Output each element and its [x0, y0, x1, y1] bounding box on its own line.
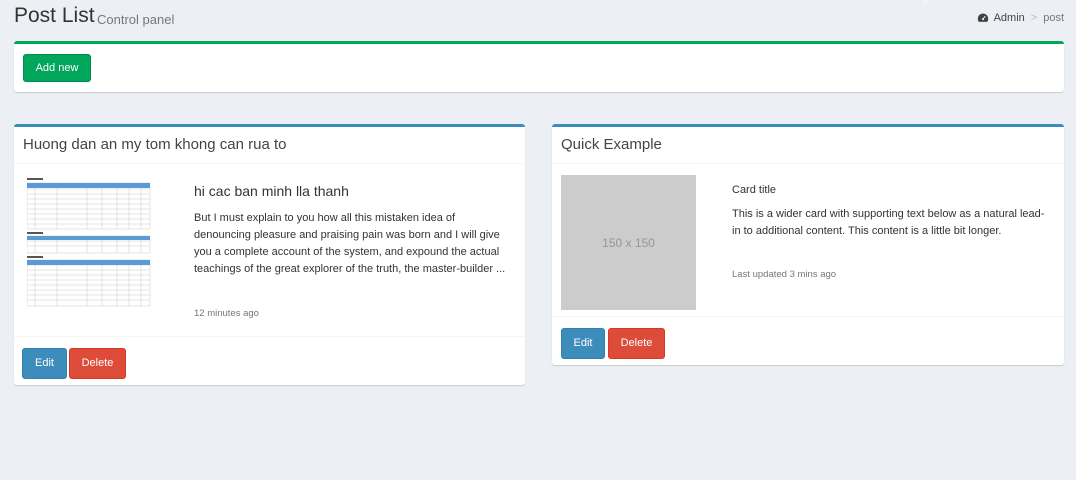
- card-last-updated: Last updated 3 mins ago: [732, 269, 837, 280]
- toolbar-box: Add new: [14, 41, 1064, 92]
- overlay-text: image: [904, 0, 934, 3]
- divider: [552, 316, 1064, 317]
- divider: [14, 336, 525, 337]
- quick-example-title: Quick Example: [561, 136, 662, 153]
- post-thumbnail[interactable]: [26, 175, 152, 307]
- divider: [552, 163, 1064, 164]
- breadcrumb-home-label: Admin: [993, 12, 1025, 24]
- content-header: Post List Control panel image Admin > po…: [14, 0, 1064, 36]
- divider: [14, 163, 525, 164]
- edit-button[interactable]: Edit: [561, 328, 605, 359]
- breadcrumb-home-link[interactable]: Admin: [977, 12, 1025, 24]
- edit-button[interactable]: Edit: [22, 348, 67, 379]
- post-heading: hi cac ban minh lla thanh: [194, 183, 349, 199]
- delete-button[interactable]: Delete: [608, 328, 665, 359]
- page-subtitle: Control panel: [97, 12, 175, 27]
- breadcrumb-current: post: [1043, 12, 1064, 24]
- post-excerpt: But I must explain to you how all this m…: [194, 212, 506, 275]
- image-placeholder: 150 x 150: [561, 175, 696, 310]
- card-title: Card title: [732, 184, 777, 196]
- post-timestamp: 12 minutes ago: [194, 308, 259, 319]
- breadcrumb-separator: >: [1030, 12, 1038, 24]
- delete-button[interactable]: Delete: [69, 348, 126, 379]
- card-text: This is a wider card with supporting tex…: [732, 208, 1045, 237]
- breadcrumb: Admin > post: [977, 12, 1064, 24]
- quick-example-card: Quick Example 150 x 150 Card title This …: [552, 124, 1064, 365]
- page-title: Post List: [14, 4, 95, 27]
- add-new-button[interactable]: Add new: [23, 54, 91, 82]
- post-card: Huong dan an my tom khong can rua to hi …: [14, 124, 525, 385]
- post-card-title: Huong dan an my tom khong can rua to: [23, 136, 287, 153]
- spreadsheet-thumbnail-image: [26, 178, 151, 307]
- dashboard-icon: [977, 13, 988, 22]
